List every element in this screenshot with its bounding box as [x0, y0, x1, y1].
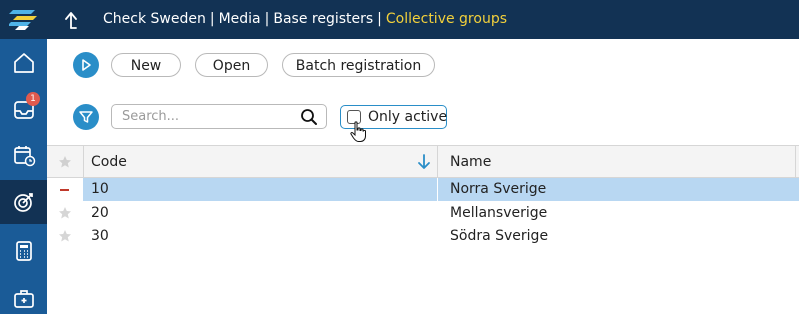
- breadcrumb-separator: |: [377, 11, 382, 27]
- toolbox-icon: [13, 290, 34, 308]
- search-icon[interactable]: [300, 108, 318, 126]
- row-unfavorite-icon[interactable]: [60, 189, 69, 191]
- sidebar-item-schedule[interactable]: [0, 133, 47, 177]
- star-header-icon[interactable]: [58, 155, 72, 169]
- cell-code: 10: [91, 181, 109, 197]
- hand-pointer-cursor-icon: [350, 121, 366, 142]
- sidebar: 1: [0, 39, 47, 314]
- column-separator[interactable]: [437, 146, 438, 179]
- breadcrumb-current: Collective groups: [385, 11, 508, 27]
- calendar-clock-icon: [13, 146, 35, 167]
- cell-separator: [437, 178, 438, 201]
- home-icon: [13, 53, 34, 73]
- cell-name: Norra Sverige: [450, 181, 547, 197]
- grid-header: Code Name: [47, 145, 799, 179]
- sidebar-item-toolbox[interactable]: [0, 277, 47, 321]
- back-arrow-icon[interactable]: [62, 10, 80, 30]
- star-icon[interactable]: [58, 229, 72, 243]
- column-separator[interactable]: [795, 146, 796, 179]
- breadcrumb: Check Sweden | Media | Base registers | Collec…: [103, 11, 507, 27]
- run-button[interactable]: [73, 52, 99, 78]
- filter-button[interactable]: [73, 104, 99, 130]
- app-logo[interactable]: [9, 8, 39, 30]
- data-grid: Code Name 10 Norra Sverige 20 Mellansver…: [47, 145, 799, 314]
- notification-badge: 1: [26, 92, 40, 106]
- batch-registration-button[interactable]: Batch registration: [282, 53, 435, 77]
- column-separator[interactable]: [83, 146, 84, 179]
- open-button[interactable]: Open: [195, 53, 268, 77]
- cell-code: 30: [91, 228, 109, 244]
- target-icon: [13, 193, 33, 212]
- table-row[interactable]: 10 Norra Sverige: [47, 178, 799, 201]
- breadcrumb-item[interactable]: Base registers: [273, 11, 373, 27]
- column-header-name[interactable]: Name: [450, 154, 491, 170]
- sort-descending-icon[interactable]: [417, 153, 431, 171]
- cell-code: 20: [91, 205, 109, 221]
- sidebar-item-home[interactable]: [0, 41, 47, 85]
- top-bar: Check Sweden | Media | Base registers | Collec…: [0, 0, 799, 39]
- filter-icon: [79, 111, 93, 123]
- cell-name: Mellansverige: [450, 205, 548, 221]
- only-active-label: Only active: [368, 109, 448, 125]
- cell-name: Södra Sverige: [450, 228, 549, 244]
- sidebar-item-calculator[interactable]: [0, 229, 47, 273]
- column-header-code[interactable]: Code: [91, 154, 127, 170]
- search-box: [111, 104, 327, 129]
- row-selection-highlight: [83, 178, 799, 201]
- breadcrumb-separator: |: [264, 11, 270, 27]
- breadcrumb-item[interactable]: Check Sweden: [103, 11, 206, 27]
- sidebar-item-targets[interactable]: [0, 180, 47, 224]
- new-button[interactable]: New: [111, 53, 181, 77]
- search-input[interactable]: [122, 107, 282, 126]
- sidebar-item-inbox[interactable]: 1: [0, 88, 47, 132]
- star-icon[interactable]: [58, 206, 72, 220]
- table-row[interactable]: 20 Mellansverige: [47, 202, 799, 225]
- calculator-icon: [15, 241, 32, 261]
- breadcrumb-separator: |: [209, 11, 215, 27]
- breadcrumb-item[interactable]: Media: [219, 11, 261, 27]
- table-row[interactable]: 30 Södra Sverige: [47, 225, 799, 248]
- play-icon: [82, 59, 91, 71]
